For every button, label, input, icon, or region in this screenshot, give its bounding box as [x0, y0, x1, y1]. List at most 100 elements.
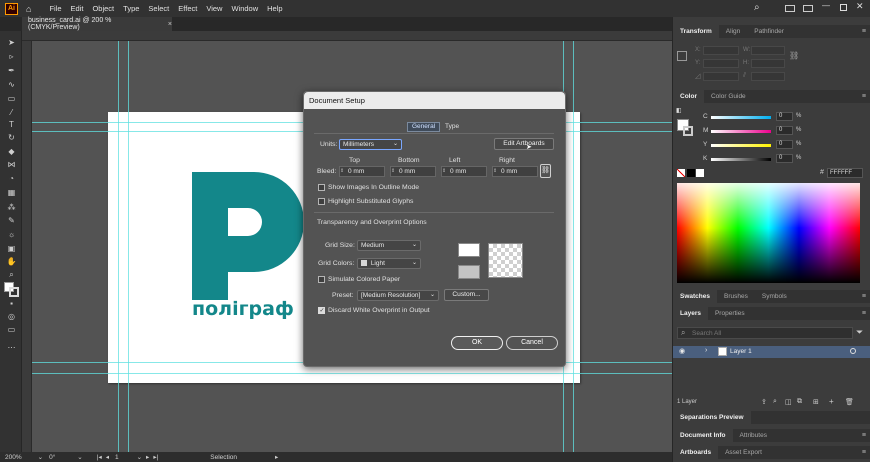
chevron-down-icon[interactable]: ⌄	[137, 453, 142, 461]
transform-w-field[interactable]	[751, 46, 785, 55]
none-swatch-icon[interactable]	[677, 169, 685, 177]
menu-file[interactable]: File	[49, 4, 61, 13]
hand-tool-icon[interactable]: ✋	[6, 257, 17, 266]
black-slider[interactable]	[711, 158, 771, 161]
artboard-tool-icon[interactable]: ▣	[6, 244, 17, 253]
tab-general[interactable]: General	[407, 122, 441, 132]
magenta-value[interactable]: 0	[776, 126, 793, 135]
bleed-left-field[interactable]: ⇕ 0 mm	[441, 166, 487, 177]
maximize-icon[interactable]	[840, 4, 847, 11]
custom-button[interactable]: Custom...	[444, 289, 489, 301]
grid-color-light-swatch[interactable]	[458, 243, 480, 257]
panel-menu-icon[interactable]: ≡	[862, 293, 866, 300]
menu-edit[interactable]: Edit	[71, 4, 84, 13]
preset-select[interactable]: [Medium Resolution] ⌄	[357, 290, 439, 301]
export-icon[interactable]: ⇪	[761, 398, 767, 406]
tab-pathfinder[interactable]: Pathfinder	[747, 25, 791, 38]
edit-artboards-button[interactable]: Edit Artboards	[494, 138, 554, 150]
minimize-icon[interactable]: —	[822, 1, 830, 10]
tab-symbols[interactable]: Symbols	[755, 290, 794, 303]
new-layer-icon[interactable]: ⊞	[813, 398, 819, 406]
selection-tool-icon[interactable]: ➤	[6, 38, 17, 47]
tab-color-guide[interactable]: Color Guide	[704, 90, 753, 103]
magenta-slider[interactable]	[711, 130, 771, 133]
last-artboard-icon[interactable]: ▸|	[153, 453, 158, 461]
tab-document-info[interactable]: Document Info	[673, 429, 733, 442]
hex-value-field[interactable]: FFFFFF	[827, 168, 863, 178]
tab-asset-export[interactable]: Asset Export	[718, 446, 769, 459]
cyan-slider[interactable]	[711, 116, 771, 119]
menu-view[interactable]: View	[206, 4, 222, 13]
constrain-proportions-icon[interactable]: ⛓	[789, 51, 799, 60]
bleed-right-field[interactable]: ⇕ 0 mm	[492, 166, 538, 177]
document-tab[interactable]: business_card.ai @ 200 % (CMYK/Preview) …	[22, 17, 172, 31]
menu-effect[interactable]: Effect	[178, 4, 197, 13]
units-select[interactable]: Millimeters ⌄	[339, 139, 402, 150]
cyan-value[interactable]: 0	[776, 112, 793, 121]
locate-object-icon[interactable]: ⌕	[773, 398, 777, 406]
stepper-icon[interactable]: ⇕	[340, 167, 346, 176]
reference-point-icon[interactable]	[677, 51, 687, 61]
vertical-ruler[interactable]	[22, 41, 32, 452]
black-slider-row[interactable]: K 0 %	[673, 154, 870, 164]
tab-color[interactable]: Color	[673, 90, 704, 103]
gradient-tool-icon[interactable]: ▦	[6, 188, 17, 197]
menu-type[interactable]: Type	[123, 4, 139, 13]
grid-size-select[interactable]: Medium ⌄	[357, 240, 421, 251]
paintbrush-tool-icon[interactable]: ⁄	[6, 108, 17, 117]
blend-tool-icon[interactable]: ✎	[6, 216, 17, 225]
zoom-level[interactable]: 200%	[5, 454, 22, 461]
panel-menu-icon[interactable]: ≡	[862, 93, 866, 100]
layer-name[interactable]: Layer 1	[730, 348, 752, 355]
clipping-mask-icon[interactable]: ◫	[785, 398, 792, 406]
cyan-slider-row[interactable]: C 0 %	[673, 112, 870, 122]
white-swatch-icon[interactable]	[696, 169, 704, 177]
bleed-bottom-field[interactable]: ⇕ 0 mm	[390, 166, 436, 177]
yellow-slider[interactable]	[711, 144, 771, 147]
transform-x-field[interactable]	[703, 46, 739, 55]
stepper-icon[interactable]: ⇕	[493, 167, 499, 176]
simulate-paper-checkbox[interactable]	[318, 276, 325, 283]
show-images-outline-label[interactable]: Show Images In Outline Mode	[328, 184, 419, 191]
filter-icon[interactable]: ⏷	[856, 327, 863, 338]
menu-help[interactable]: Help	[267, 4, 282, 13]
horizontal-ruler[interactable]	[22, 31, 672, 41]
logo-p-mark[interactable]	[192, 172, 304, 300]
artboard-number[interactable]: 1	[115, 454, 119, 461]
guide-vertical[interactable]	[128, 41, 129, 452]
stepper-icon[interactable]: ⇕	[391, 167, 397, 176]
chevron-down-icon[interactable]: ⌄	[38, 453, 43, 461]
new-sublayer-icon[interactable]: ⧉	[797, 398, 802, 406]
panel-menu-icon[interactable]: ≡	[862, 310, 866, 317]
search-icon[interactable]: ⌕	[754, 2, 760, 13]
menu-select[interactable]: Select	[148, 4, 169, 13]
panel-menu-icon[interactable]: ≡	[862, 28, 866, 35]
tab-type[interactable]: Type	[445, 123, 459, 130]
panel-menu-icon[interactable]: ≡	[862, 449, 866, 456]
expand-chevron-icon[interactable]: ›	[705, 347, 707, 354]
shape-builder-tool-icon[interactable]: ◔	[6, 174, 17, 183]
grid-color-dark-swatch[interactable]	[458, 265, 480, 279]
rotate-tool-icon[interactable]: ↻	[6, 133, 17, 142]
screen-mode-icon[interactable]: ▭	[6, 325, 17, 334]
first-artboard-icon[interactable]: |◂	[97, 453, 102, 461]
eraser-tool-icon[interactable]: ◆	[6, 147, 17, 156]
grid-colors-select[interactable]: Light ⌄	[357, 258, 421, 269]
tab-layers[interactable]: Layers	[673, 307, 708, 320]
pen-tool-icon[interactable]: ✒	[6, 66, 17, 75]
ok-button[interactable]: OK	[451, 336, 503, 350]
link-bleed-icon[interactable]: ⛓	[540, 164, 551, 178]
width-tool-icon[interactable]: ⋈	[6, 160, 17, 169]
shear-field[interactable]	[751, 72, 785, 81]
discard-overprint-checkbox[interactable]	[318, 307, 325, 314]
tab-artboards[interactable]: Artboards	[673, 446, 719, 459]
color-spectrum[interactable]	[677, 183, 860, 283]
symbol-sprayer-tool-icon[interactable]: ☼	[6, 230, 17, 239]
workspace-icon[interactable]	[803, 5, 813, 12]
layers-search[interactable]: ⌕ Search All	[677, 327, 853, 339]
close-window-icon[interactable]: ✕	[856, 1, 864, 12]
magenta-slider-row[interactable]: M 0 %	[673, 126, 870, 136]
home-icon[interactable]: ⌂	[26, 4, 31, 14]
rotation-value[interactable]: 0°	[49, 454, 55, 461]
curvature-tool-icon[interactable]: ∿	[6, 80, 17, 89]
